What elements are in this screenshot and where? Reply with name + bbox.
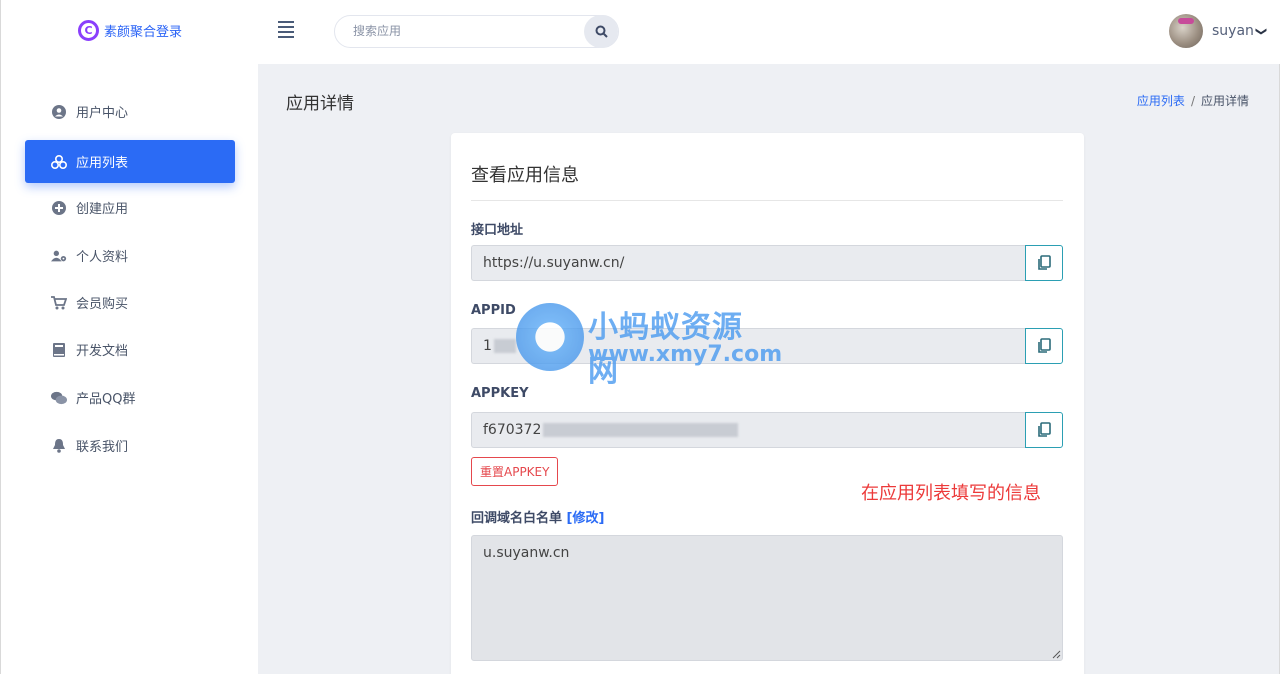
username: suyan [1212, 23, 1254, 39]
copy-icon [1038, 255, 1051, 270]
callback-label-text: 回调域名白名单 [471, 511, 563, 526]
sidebar-item-label: 会员购买 [76, 297, 129, 312]
sidebar-item-label: 联系我们 [76, 440, 129, 455]
sidebar: 用户中心 应用列表 创建应用 个人资料 会员购买 开发文档 产品QQ群 联系我们 [1, 64, 258, 674]
sidebar-item-app-list[interactable]: 应用列表 [25, 140, 235, 183]
sidebar-item-membership[interactable]: 会员购买 [25, 281, 235, 324]
sidebar-item-profile[interactable]: 个人资料 [25, 234, 235, 277]
main-content: 应用详情 应用列表 / 应用详情 查看应用信息 接口地址 https://u.suy… [258, 64, 1279, 674]
divider [471, 200, 1063, 201]
avatar [1169, 14, 1203, 48]
masked-text [493, 339, 516, 353]
breadcrumb-current: 应用详情 [1200, 94, 1249, 108]
sidebar-item-qq-group[interactable]: 产品QQ群 [25, 376, 235, 419]
sidebar-item-label: 用户中心 [76, 106, 129, 121]
copy-icon [1038, 422, 1051, 437]
api-url-field: https://u.suyanw.cn/ [471, 245, 1063, 281]
appkey-field: f670372 [471, 412, 1063, 448]
callback-domain-label: 回调域名白名单 [修改] [471, 507, 604, 526]
callback-domain-textarea[interactable]: u.suyanw.cn [471, 535, 1063, 661]
copy-appid-button[interactable] [1025, 328, 1063, 364]
chat-icon [51, 390, 67, 406]
appkey-value[interactable]: f670372 [471, 412, 1025, 448]
chevron-down-icon: ❯ [1255, 26, 1269, 36]
appkey-text: f670372 [483, 422, 542, 438]
appkey-label: APPKEY [471, 386, 529, 401]
plus-circle-icon [51, 200, 67, 216]
page-title: 应用详情 [286, 94, 354, 114]
breadcrumb-separator: / [1190, 94, 1195, 108]
book-icon [51, 342, 67, 358]
sidebar-item-contact[interactable]: 联系我们 [25, 424, 235, 467]
appid-field: 1 [471, 328, 1063, 364]
appid-value[interactable]: 1 [471, 328, 1025, 364]
card-title: 查看应用信息 [471, 165, 579, 186]
edit-callback-link[interactable]: [修改] [567, 511, 605, 526]
sidebar-item-label: 个人资料 [76, 250, 129, 265]
menu-toggle-icon[interactable] [278, 21, 294, 41]
copy-api-url-button[interactable] [1025, 245, 1063, 281]
search-button[interactable] [584, 15, 618, 48]
search-input[interactable] [353, 24, 573, 38]
api-url-label: 接口地址 [471, 223, 524, 238]
appid-text: 1 [483, 338, 492, 354]
breadcrumb-link-app-list[interactable]: 应用列表 [1137, 94, 1185, 108]
sidebar-item-user-center[interactable]: 用户中心 [25, 90, 235, 133]
user-gear-icon [51, 248, 67, 264]
appid-label: APPID [471, 303, 516, 318]
sidebar-item-label: 产品QQ群 [76, 392, 136, 407]
bell-icon [51, 438, 67, 454]
cart-icon [51, 295, 67, 311]
sidebar-item-docs[interactable]: 开发文档 [25, 328, 235, 371]
logo-text: 素颜聚合登录 [104, 25, 183, 40]
app-logo[interactable]: C 素颜聚合登录 [78, 20, 182, 41]
copy-appkey-button[interactable] [1025, 412, 1063, 448]
app-info-card: 查看应用信息 接口地址 https://u.suyanw.cn/ APPID 1… [451, 133, 1084, 674]
top-bar: C 素颜聚合登录 suyan ❯ [1, 0, 1280, 64]
annotation-text: 在应用列表填写的信息 [861, 483, 1041, 504]
resize-handle-icon[interactable] [1052, 650, 1061, 659]
sidebar-item-create-app[interactable]: 创建应用 [25, 186, 235, 229]
search-box [334, 15, 619, 48]
search-icon [595, 25, 608, 38]
sidebar-item-label: 应用列表 [76, 156, 129, 171]
cubes-icon [51, 154, 67, 170]
user-circle-icon [51, 104, 67, 120]
reset-appkey-button[interactable]: 重置APPKEY [471, 457, 559, 486]
copy-icon [1038, 338, 1051, 353]
user-menu[interactable]: suyan ❯ [1169, 14, 1269, 48]
masked-text [543, 423, 739, 437]
breadcrumb: 应用列表 / 应用详情 [1137, 92, 1249, 109]
sidebar-item-label: 开发文档 [76, 344, 129, 359]
logo-icon: C [78, 20, 99, 41]
sidebar-item-label: 创建应用 [76, 202, 129, 217]
api-url-value[interactable]: https://u.suyanw.cn/ [471, 245, 1025, 281]
